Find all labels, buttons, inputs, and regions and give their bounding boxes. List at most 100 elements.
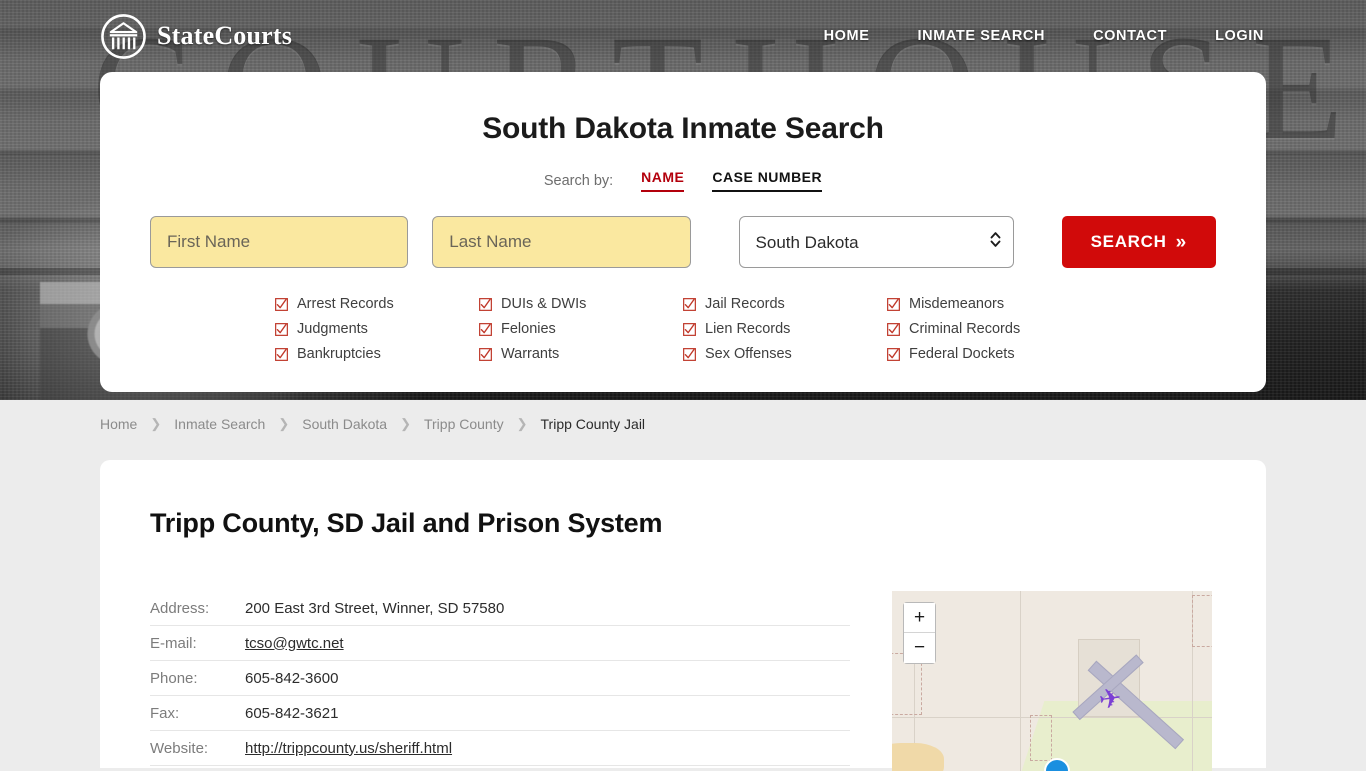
map-parcel-outline: [1192, 595, 1212, 647]
last-name-input[interactable]: [432, 216, 691, 268]
map-parcel-outline: [1030, 715, 1052, 761]
category-item[interactable]: Arrest Records: [275, 296, 479, 312]
category-item[interactable]: Criminal Records: [887, 321, 1091, 337]
search-by-label: Search by:: [543, 172, 614, 189]
checked-checkbox-icon: [275, 297, 288, 311]
table-row: Address: 200 East 3rd Street, Winner, SD…: [150, 591, 850, 626]
map-road-line: [1020, 591, 1021, 771]
checked-checkbox-icon: [887, 297, 900, 311]
category-item[interactable]: Felonies: [479, 321, 683, 337]
category-label: Arrest Records: [297, 296, 394, 312]
category-label: Judgments: [297, 321, 368, 337]
info-value-email: tcso@gwtc.net: [245, 635, 344, 652]
chevron-right-icon: ❯: [278, 415, 290, 431]
table-row: Fax: 605-842-3621: [150, 696, 850, 731]
checked-checkbox-icon: [887, 322, 900, 336]
chevron-right-icon: ❯: [516, 415, 528, 431]
table-row: E-mail: tcso@gwtc.net: [150, 626, 850, 661]
facility-info-table: Address: 200 East 3rd Street, Winner, SD…: [150, 591, 850, 771]
info-value-address: 200 East 3rd Street, Winner, SD 57580: [245, 599, 505, 617]
info-label: E-mail:: [150, 634, 197, 652]
double-chevron-right-icon: »: [1175, 231, 1187, 253]
breadcrumb-item-south-dakota[interactable]: South Dakota: [302, 416, 387, 432]
category-label: Lien Records: [705, 321, 791, 337]
breadcrumb-item-inmate-search[interactable]: Inmate Search: [174, 416, 265, 432]
checked-checkbox-icon: [683, 322, 696, 336]
category-item[interactable]: Lien Records: [683, 321, 887, 337]
page-title: Tripp County, SD Jail and Prison System: [150, 508, 663, 538]
checked-checkbox-icon: [683, 297, 696, 311]
category-label: DUIs & DWIs: [501, 296, 587, 312]
category-label: Jail Records: [705, 296, 785, 312]
state-select[interactable]: South Dakota: [738, 216, 1014, 268]
table-row: Phone: 605-842-3600: [150, 661, 850, 696]
category-item[interactable]: Judgments: [275, 321, 479, 337]
checked-checkbox-icon: [479, 347, 492, 361]
table-row: Website: http://trippcounty.us/sheriff.h…: [150, 731, 850, 766]
breadcrumb-item-tripp-county[interactable]: Tripp County: [424, 416, 504, 432]
top-navigation-bar: StateCourts HOME INMATE SEARCH CONTACT L…: [0, 0, 1366, 72]
category-item[interactable]: Bankruptcies: [275, 346, 479, 362]
category-item[interactable]: Federal Dockets: [887, 346, 1091, 362]
facility-detail-card: Tripp County, SD Jail and Prison System …: [100, 460, 1266, 771]
search-form-row: South Dakota SEARCH »: [150, 216, 1216, 268]
checked-checkbox-icon: [275, 322, 288, 336]
category-label: Sex Offenses: [705, 346, 792, 362]
checked-checkbox-icon: [275, 347, 288, 361]
category-item[interactable]: DUIs & DWIs: [479, 296, 683, 312]
category-label: Federal Dockets: [909, 346, 1015, 362]
first-name-input[interactable]: [150, 216, 409, 268]
breadcrumb-item-current: Tripp County Jail: [540, 415, 646, 432]
info-label: Phone:: [150, 669, 198, 687]
info-value-website: http://trippcounty.us/sheriff.html: [245, 740, 452, 757]
state-select-wrapper: South Dakota: [738, 216, 1014, 268]
category-item[interactable]: Jail Records: [683, 296, 887, 312]
nav-item-home[interactable]: HOME: [824, 28, 870, 44]
website-link[interactable]: http://trippcounty.us/sheriff.html: [245, 740, 452, 757]
info-label: Fax:: [150, 704, 180, 722]
nav-item-contact[interactable]: CONTACT: [1093, 28, 1167, 44]
inmate-search-card: South Dakota Inmate Search Search by: NA…: [100, 72, 1266, 392]
info-value-fax: 605-842-3621: [245, 704, 339, 722]
category-item[interactable]: Warrants: [479, 346, 683, 362]
nav-item-inmate-search[interactable]: INMATE SEARCH: [918, 28, 1046, 44]
breadcrumb-item-home[interactable]: Home: [100, 416, 137, 432]
category-label: Misdemeanors: [909, 296, 1005, 312]
record-category-list: Arrest Records DUIs & DWIs Jail Records …: [150, 296, 1216, 362]
tab-search-by-name[interactable]: NAME: [641, 169, 685, 192]
site-brand-name: StateCourts: [157, 21, 293, 50]
checked-checkbox-icon: [479, 322, 492, 336]
checked-checkbox-icon: [683, 347, 696, 361]
map-zoom-in-button[interactable]: +: [904, 603, 935, 633]
category-item[interactable]: Sex Offenses: [683, 346, 887, 362]
info-value-phone: 605-842-3600: [245, 669, 339, 687]
search-button[interactable]: SEARCH »: [1061, 216, 1216, 268]
map-road-line: [892, 717, 1212, 718]
category-label: Bankruptcies: [297, 346, 381, 362]
chevron-right-icon: ❯: [150, 415, 162, 431]
email-link[interactable]: tcso@gwtc.net: [245, 635, 344, 652]
nav-item-login[interactable]: LOGIN: [1215, 28, 1264, 44]
category-label: Criminal Records: [909, 321, 1021, 337]
category-label: Warrants: [501, 346, 560, 362]
facility-body: Address: 200 East 3rd Street, Winner, SD…: [150, 591, 1216, 771]
search-by-tabs: Search by: NAME CASE NUMBER: [150, 169, 1216, 192]
breadcrumb: Home ❯ Inmate Search ❯ South Dakota ❯ Tr…: [0, 400, 1366, 447]
checked-checkbox-icon: [479, 297, 492, 311]
header-hero: COURTHOUSE StateCourts HOME IN: [0, 0, 1366, 400]
info-label: Address:: [150, 599, 210, 617]
category-item[interactable]: Misdemeanors: [887, 296, 1091, 312]
category-label: Felonies: [501, 321, 556, 337]
search-button-label: SEARCH: [1090, 232, 1167, 251]
info-label: Website:: [150, 739, 209, 757]
search-card-title: South Dakota Inmate Search: [482, 112, 884, 145]
map-zoom-controls: + −: [903, 602, 936, 664]
location-map[interactable]: ✈ + −: [892, 591, 1212, 771]
chevron-right-icon: ❯: [400, 415, 411, 431]
checked-checkbox-icon: [887, 347, 900, 361]
main-nav: HOME INMATE SEARCH CONTACT LOGIN: [824, 28, 1264, 44]
site-logo-link[interactable]: StateCourts: [100, 13, 292, 60]
map-terrain-patch: [892, 743, 944, 771]
map-zoom-out-button[interactable]: −: [904, 633, 935, 663]
tab-search-by-case-number[interactable]: CASE NUMBER: [712, 169, 823, 192]
